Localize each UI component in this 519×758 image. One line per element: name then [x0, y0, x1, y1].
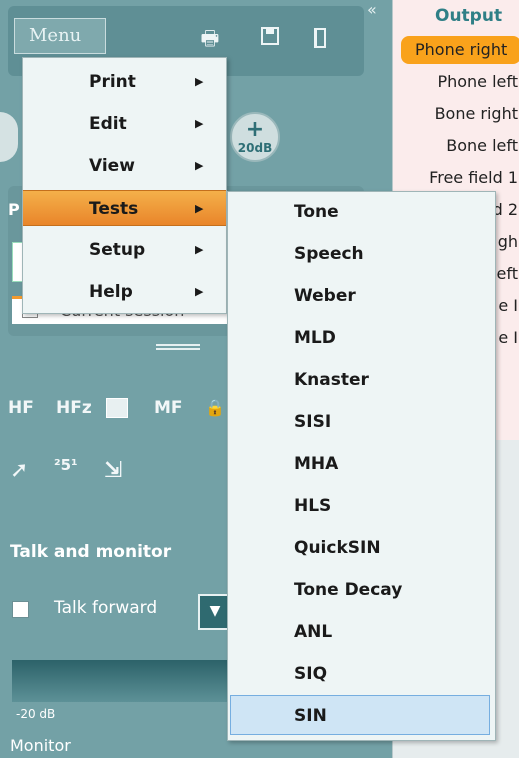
menu-item-label: View: [89, 156, 135, 176]
output-item[interactable]: Bone right: [393, 100, 519, 128]
submenu-arrow-icon: ▶: [195, 117, 204, 130]
monitor-label: Monitor: [10, 736, 71, 755]
menu-item-setup[interactable]: Setup ▶: [23, 232, 226, 268]
submenu-item-speech[interactable]: Speech: [228, 234, 495, 274]
talk-forward-label: Talk forward: [54, 598, 158, 618]
submenu-arrow-icon: ▶: [195, 159, 204, 172]
submenu-item-anl[interactable]: ANL: [228, 612, 495, 652]
menu-item-label: Edit: [89, 114, 127, 134]
tests-submenu: Tone Speech Weber MLD Knaster SISI MHA H…: [227, 191, 496, 741]
mf-tool-button[interactable]: MF: [154, 398, 183, 418]
menu-button[interactable]: Menu: [14, 18, 106, 54]
main-menu: Print ▶ Edit ▶ View ▶ Tests ▶ Setup ▶ He…: [22, 57, 227, 314]
menu-item-view[interactable]: View ▶: [23, 148, 226, 184]
plus-icon: +: [245, 117, 265, 142]
printer-icon[interactable]: 🖶: [198, 26, 222, 50]
output-item[interactable]: Phone right: [401, 36, 519, 64]
menu-item-help[interactable]: Help ▶: [23, 274, 226, 310]
menu-item-label: Print: [89, 72, 136, 92]
menu-item-label: Tests: [89, 199, 139, 219]
submenu-item-hls[interactable]: HLS: [228, 486, 495, 526]
submenu-item-mld[interactable]: MLD: [228, 318, 495, 358]
submenu-item-siq[interactable]: SIQ: [228, 654, 495, 694]
hf-tool-button[interactable]: HF: [8, 398, 34, 418]
floppy-disk-icon[interactable]: [258, 26, 282, 50]
transfer-arrow-icon[interactable]: ➚: [10, 458, 28, 483]
submenu-item-sin[interactable]: SIN: [230, 695, 490, 735]
number-tool-button[interactable]: ²5¹: [54, 456, 78, 474]
lock-icon[interactable]: 🔒: [205, 398, 225, 417]
submenu-item-tone[interactable]: Tone: [228, 192, 495, 232]
submenu-item-mha[interactable]: MHA: [228, 444, 495, 484]
submenu-arrow-icon: ▶: [195, 202, 204, 215]
curve-tool-icon[interactable]: [106, 398, 128, 418]
submenu-item-knaster[interactable]: Knaster: [228, 360, 495, 400]
double-chevron-icon[interactable]: «: [367, 0, 387, 20]
output-item[interactable]: Phone left: [393, 68, 519, 96]
menu-item-label: Help: [89, 282, 133, 302]
output-title: Output: [435, 6, 503, 26]
menu-item-label: Setup: [89, 240, 146, 260]
menu-item-edit[interactable]: Edit ▶: [23, 106, 226, 142]
submenu-item-quicksin[interactable]: QuickSIN: [228, 528, 495, 568]
db-step-label: 20dB: [237, 141, 273, 155]
submenu-arrow-icon: ▶: [195, 243, 204, 256]
menu-item-tests[interactable]: Tests ▶: [23, 190, 226, 226]
left-knob[interactable]: [0, 112, 18, 162]
talk-monitor-title: Talk and monitor: [10, 542, 172, 562]
submenu-item-weber[interactable]: Weber: [228, 276, 495, 316]
graph-arrow-icon[interactable]: ⇲: [104, 458, 122, 483]
output-item[interactable]: Free field 1: [393, 164, 519, 192]
submenu-item-sisi[interactable]: SISI: [228, 402, 495, 442]
meter-label: -20 dB: [16, 707, 56, 721]
menu-item-print[interactable]: Print ▶: [23, 64, 226, 100]
db-step-button[interactable]: + 20dB: [230, 112, 280, 162]
door-exit-icon[interactable]: [308, 26, 332, 50]
submenu-arrow-icon: ▶: [195, 285, 204, 298]
panel-splitter[interactable]: [156, 344, 200, 350]
submenu-item-tone-decay[interactable]: Tone Decay: [228, 570, 495, 610]
hfz-tool-button[interactable]: HFz: [56, 398, 92, 418]
talk-forward-checkbox[interactable]: [12, 601, 29, 618]
submenu-arrow-icon: ▶: [195, 75, 204, 88]
output-item[interactable]: Bone left: [393, 132, 519, 160]
session-panel-title: P: [8, 200, 20, 219]
